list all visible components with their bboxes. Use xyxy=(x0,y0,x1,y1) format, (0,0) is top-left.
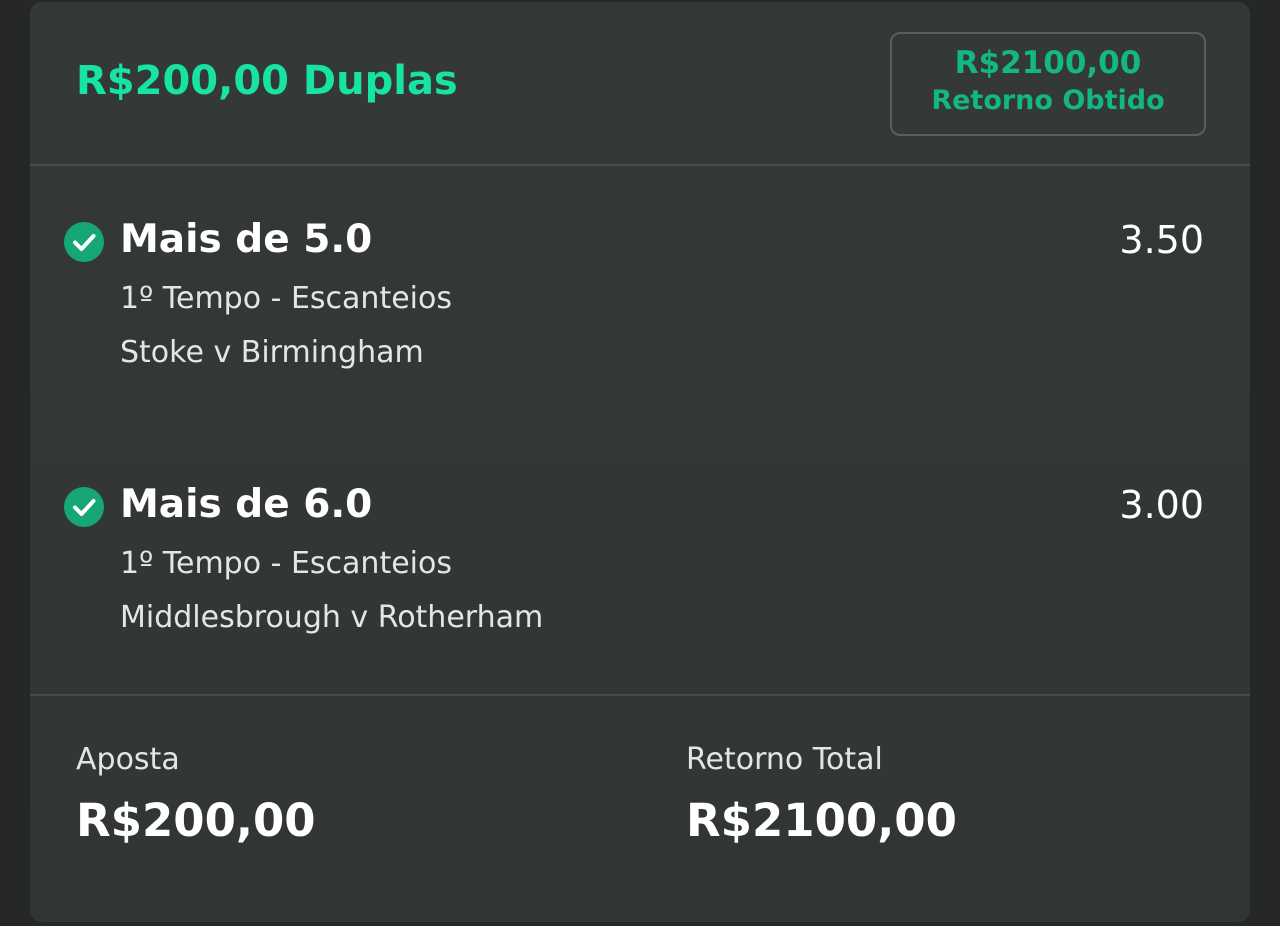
bet-title: R$200,00 Duplas xyxy=(76,58,458,104)
check-circle-icon xyxy=(64,222,104,262)
total-return-label: Retorno Total xyxy=(686,742,883,777)
stake-value: R$200,00 xyxy=(76,794,316,847)
selection-market: 1º Tempo - Escanteios xyxy=(120,546,452,581)
selection-event: Middlesbrough v Rotherham xyxy=(120,600,544,635)
total-return-value: R$2100,00 xyxy=(686,794,957,847)
selection-odds: 3.00 xyxy=(1119,483,1204,527)
selection-market: 1º Tempo - Escanteios xyxy=(120,281,452,316)
bet-header: R$200,00 Duplas R$2100,00 Retorno Obtido xyxy=(30,2,1250,166)
bet-card: R$200,00 Duplas R$2100,00 Retorno Obtido… xyxy=(30,2,1250,922)
return-obtained-amount: R$2100,00 xyxy=(954,45,1142,81)
stake-label: Aposta xyxy=(76,742,180,777)
selection-title: Mais de 6.0 xyxy=(120,482,373,527)
selection-event: Stoke v Birmingham xyxy=(120,335,424,370)
bet-summary: Aposta R$200,00 Retorno Total R$2100,00 xyxy=(30,694,1250,926)
return-obtained-badge: R$2100,00 Retorno Obtido xyxy=(890,32,1206,136)
return-obtained-label: Retorno Obtido xyxy=(931,85,1165,116)
selection-title: Mais de 5.0 xyxy=(120,217,373,262)
selection-odds: 3.50 xyxy=(1119,218,1204,262)
check-circle-icon xyxy=(64,487,104,527)
